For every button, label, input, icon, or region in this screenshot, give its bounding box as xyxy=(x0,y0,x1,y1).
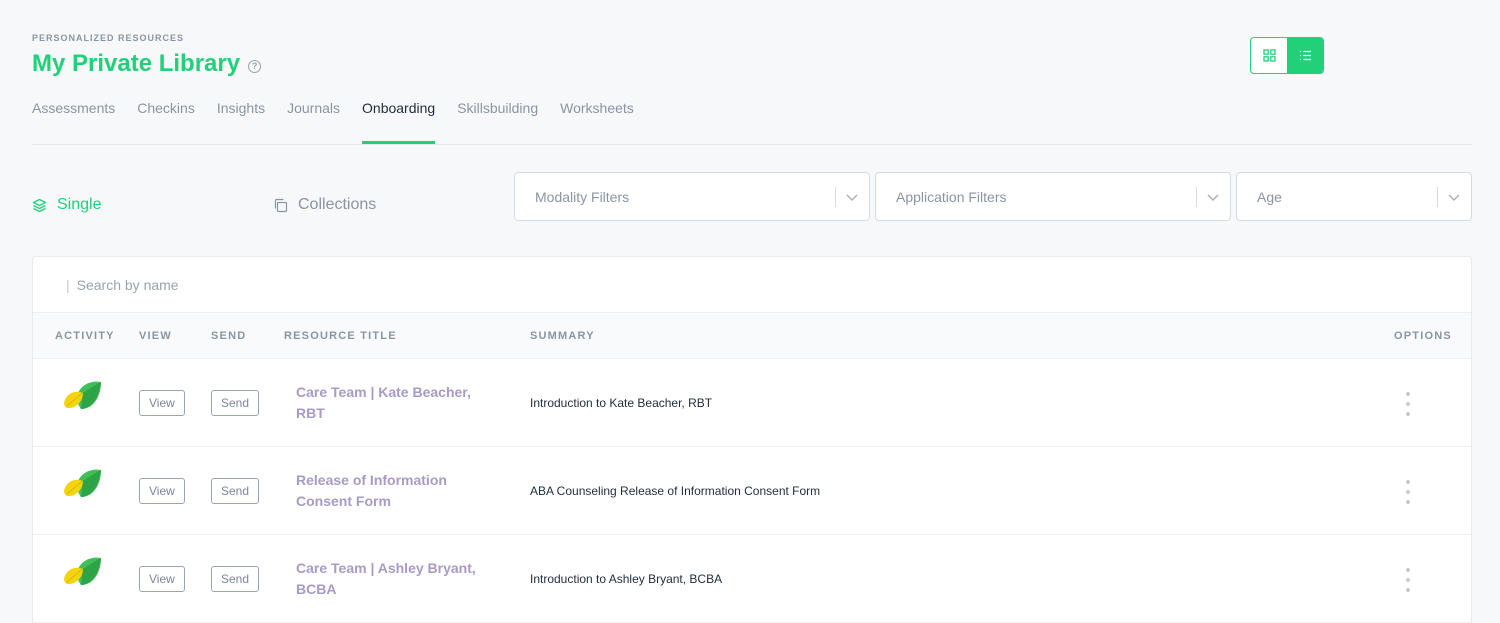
help-icon[interactable]: ? xyxy=(248,59,262,73)
select-separator xyxy=(1437,187,1438,207)
tab-assessments[interactable]: Assessments xyxy=(32,100,115,144)
resource-title-link[interactable]: Care Team | Ashley Bryant, BCBA xyxy=(296,558,476,600)
chevron-down-icon xyxy=(1207,194,1219,201)
grid-view-button[interactable] xyxy=(1251,38,1287,73)
age-filter-select[interactable]: Age xyxy=(1236,172,1472,221)
layers-icon xyxy=(32,198,47,212)
table-row: View Send Care Team | Ashley Bryant, BCB… xyxy=(33,535,1471,623)
header-resource-title: RESOURCE TITLE xyxy=(284,330,397,342)
single-mode-label: Single xyxy=(57,196,102,213)
list-view-button[interactable] xyxy=(1287,38,1323,73)
select-separator xyxy=(835,187,836,207)
chevron-down-icon xyxy=(1448,194,1460,201)
resource-title-link[interactable]: Care Team | Kate Beacher, RBT xyxy=(296,382,476,424)
grid-icon xyxy=(1262,49,1276,62)
collections-mode-button[interactable]: Collections xyxy=(273,196,376,214)
search-caret: | xyxy=(66,276,70,293)
chevron-down-icon xyxy=(846,194,858,201)
resource-title-link[interactable]: Release of Information Consent Form xyxy=(296,470,476,512)
header-options: OPTIONS xyxy=(1394,330,1452,342)
send-button[interactable]: Send xyxy=(211,390,260,416)
age-filter-label: Age xyxy=(1257,188,1282,205)
leaf-icon xyxy=(64,557,101,585)
resource-summary: Introduction to Kate Beacher, RBT xyxy=(530,396,713,410)
view-button[interactable]: View xyxy=(139,566,185,592)
modality-filter-label: Modality Filters xyxy=(535,188,630,205)
leaf-icon xyxy=(64,381,101,409)
table-row: View Send Care Team | Kate Beacher, RBT … xyxy=(33,359,1471,447)
tab-skillsbuilding[interactable]: Skillsbuilding xyxy=(457,100,538,144)
tabs-divider xyxy=(32,144,1472,145)
search-input[interactable] xyxy=(76,276,477,293)
options-menu-button[interactable] xyxy=(1397,480,1419,504)
leaf-icon xyxy=(64,469,101,497)
view-button[interactable]: View xyxy=(139,478,185,504)
tab-insights[interactable]: Insights xyxy=(217,100,265,144)
resource-summary: ABA Counseling Release of Information Co… xyxy=(530,484,821,498)
send-button[interactable]: Send xyxy=(211,478,260,504)
send-button[interactable]: Send xyxy=(211,566,260,592)
options-menu-button[interactable] xyxy=(1397,392,1419,416)
copy-icon xyxy=(274,198,288,212)
application-filter-label: Application Filters xyxy=(896,188,1007,205)
eyebrow-label: PERSONALIZED RESOURCES xyxy=(32,33,185,43)
search-bar: | xyxy=(33,257,1471,312)
page-title: My Private Library xyxy=(32,50,241,77)
header-send: SEND xyxy=(211,330,247,342)
list-icon xyxy=(1299,50,1311,61)
tab-worksheets[interactable]: Worksheets xyxy=(560,100,634,144)
resource-table-card: | ACTIVITY VIEW SEND RESOURCE TITLE SUMM… xyxy=(32,256,1472,623)
tab-journals[interactable]: Journals xyxy=(287,100,340,144)
view-button[interactable]: View xyxy=(139,390,185,416)
modality-filter-select[interactable]: Modality Filters xyxy=(514,172,870,221)
category-tabs: Assessments Checkins Insights Journals O… xyxy=(32,100,656,144)
application-filter-select[interactable]: Application Filters xyxy=(875,172,1231,221)
view-toggle xyxy=(1250,37,1324,74)
select-separator xyxy=(1196,187,1197,207)
header-view: VIEW xyxy=(139,330,172,342)
single-mode-button[interactable]: Single xyxy=(32,196,101,214)
collections-mode-label: Collections xyxy=(298,196,377,213)
header-activity: ACTIVITY xyxy=(55,330,115,342)
table-header: ACTIVITY VIEW SEND RESOURCE TITLE SUMMAR… xyxy=(33,312,1471,359)
tab-onboarding[interactable]: Onboarding xyxy=(362,100,436,144)
page-title-row: My Private Library ? xyxy=(32,50,262,78)
header-summary: SUMMARY xyxy=(530,330,595,342)
resource-summary: Introduction to Ashley Bryant, BCBA xyxy=(530,572,723,586)
tab-checkins[interactable]: Checkins xyxy=(137,100,195,144)
options-menu-button[interactable] xyxy=(1397,568,1419,592)
table-row: View Send Release of Information Consent… xyxy=(33,447,1471,535)
